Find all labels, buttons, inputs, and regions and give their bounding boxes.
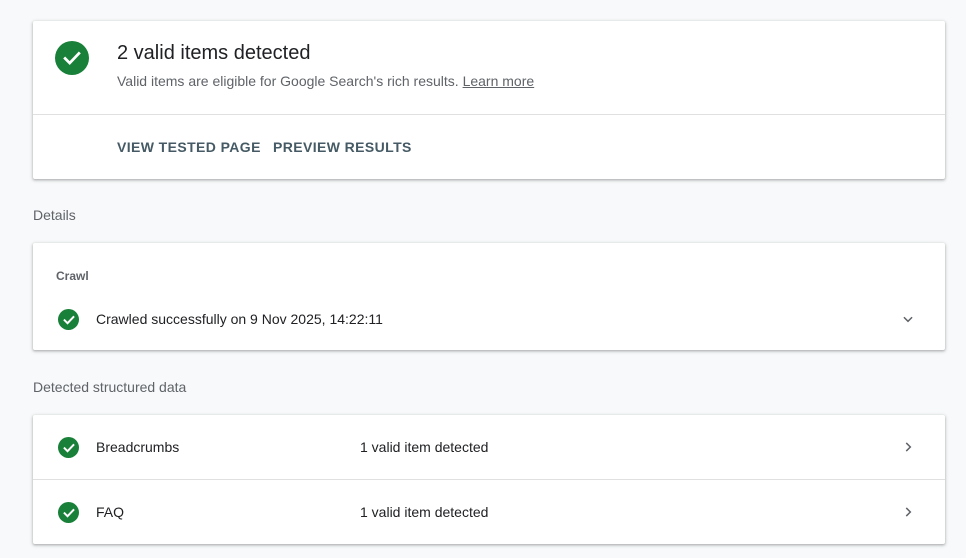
- crawl-status: Crawled successfully on 9 Nov 2025, 14:2…: [96, 311, 383, 327]
- structured-data-status: 1 valid item detected: [360, 504, 489, 520]
- learn-more-link[interactable]: Learn more: [463, 73, 535, 89]
- summary-subtitle-text: Valid items are eligible for Google Sear…: [117, 73, 459, 89]
- details-section-label: Details: [33, 207, 76, 223]
- crawl-heading: Crawl: [56, 269, 89, 283]
- structured-data-card: Breadcrumbs 1 valid item detected FAQ 1 …: [33, 415, 945, 544]
- structured-data-name: FAQ: [96, 504, 125, 520]
- chevron-down-icon[interactable]: [898, 309, 918, 329]
- structured-data-row-breadcrumbs[interactable]: Breadcrumbs 1 valid item detected: [33, 415, 945, 479]
- detected-section-label: Detected structured data: [33, 379, 187, 395]
- structured-data-name: Breadcrumbs: [96, 439, 180, 455]
- crawl-card: Crawl Crawled successfully on 9 Nov 2025…: [33, 243, 945, 350]
- chevron-right-icon[interactable]: [898, 437, 918, 457]
- summary-title: 2 valid items detected: [117, 42, 311, 64]
- check-circle-icon: [58, 309, 79, 330]
- summary-subtitle: Valid items are eligible for Google Sear…: [117, 72, 534, 90]
- check-circle-icon: [58, 437, 79, 458]
- check-circle-icon: [55, 41, 89, 75]
- view-tested-page-button[interactable]: VIEW TESTED PAGE: [117, 138, 261, 156]
- summary-card: 2 valid items detected Valid items are e…: [33, 21, 945, 179]
- structured-data-status: 1 valid item detected: [360, 439, 489, 455]
- divider: [33, 114, 945, 115]
- preview-results-button[interactable]: PREVIEW RESULTS: [273, 138, 412, 156]
- structured-data-row-faq[interactable]: FAQ 1 valid item detected: [33, 480, 945, 544]
- chevron-right-icon[interactable]: [898, 502, 918, 522]
- check-circle-icon: [58, 502, 79, 523]
